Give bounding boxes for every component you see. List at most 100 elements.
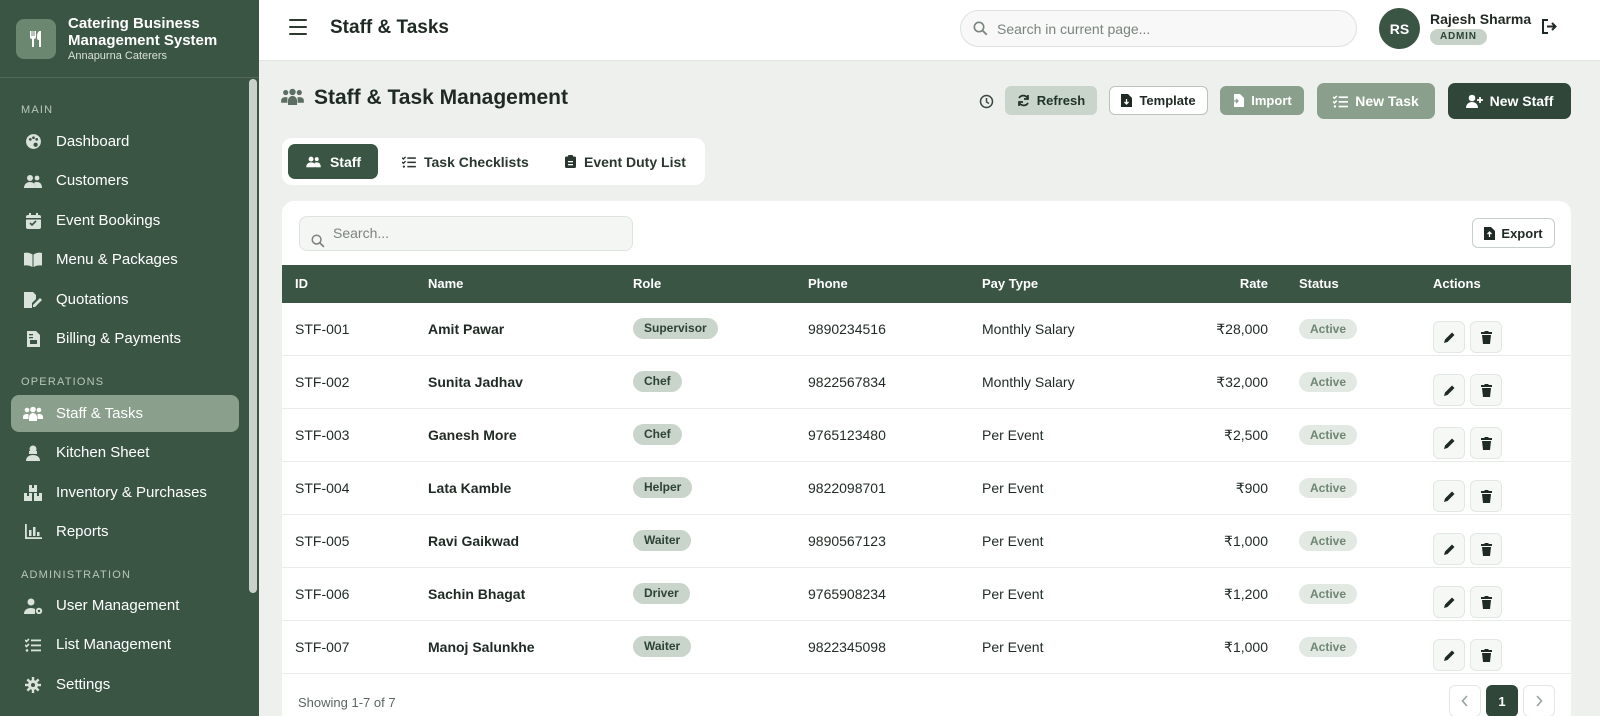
brand: Catering Business Management System Anna… [0, 0, 259, 78]
sidebar-scrollbar[interactable] [249, 79, 257, 593]
sidebar-item-label: Menu & Packages [56, 251, 178, 268]
sidebar-item-customers[interactable]: Customers [11, 162, 239, 199]
sidebar-item-label: Staff & Tasks [56, 405, 143, 422]
sidebar-item-menu-packages[interactable]: Menu & Packages [11, 241, 239, 278]
pagination-summary: Showing 1-7 of 7 [298, 695, 396, 710]
cell-id: STF-005 [295, 533, 350, 549]
delete-button[interactable] [1470, 374, 1502, 406]
boxes-icon [23, 483, 43, 503]
column-header-rate[interactable]: Rate [1148, 276, 1268, 291]
delete-button[interactable] [1470, 480, 1502, 512]
book-open-icon [23, 250, 43, 270]
tab-event-duty-list[interactable]: Event Duty List [565, 144, 686, 179]
calendar-check-icon [23, 211, 43, 231]
sidebar-item-kitchen-sheet[interactable]: Kitchen Sheet [11, 434, 239, 471]
status-badge: Active [1299, 584, 1358, 604]
tab-staff[interactable]: Staff [288, 144, 378, 179]
column-header-actions: Actions [1433, 276, 1481, 291]
cell-name: Ganesh More [428, 427, 517, 443]
sidebar-item-label: Billing & Payments [56, 330, 182, 347]
sidebar-item-reports[interactable]: Reports [11, 513, 239, 550]
table-row[interactable]: STF-006 Sachin Bhagat Driver 9765908234 Per … [282, 568, 1571, 621]
edit-button[interactable] [1433, 639, 1465, 671]
sidebar-item-settings[interactable]: Settings [11, 666, 239, 703]
table-row[interactable]: STF-005 Ravi Gaikwad Waiter 9890567123 Per E… [282, 515, 1571, 568]
global-search-input[interactable]: Search in current page... [960, 10, 1357, 47]
table-row[interactable]: STF-001 Amit Pawar Supervisor 9890234516 Mon… [282, 303, 1571, 356]
delete-button[interactable] [1470, 586, 1502, 618]
cell-rate: ₹32,000 [1216, 374, 1268, 390]
user-name: Rajesh Sharma [1430, 11, 1532, 27]
status-badge: Active [1299, 425, 1358, 445]
sidebar-item-billing-payments[interactable]: Billing & Payments [11, 320, 239, 357]
table-row[interactable]: STF-007 Manoj Salunkhe Waiter 9822345098 Per… [282, 621, 1571, 674]
cell-id: STF-001 [295, 321, 350, 337]
new-staff-button[interactable]: New Staff [1448, 83, 1571, 119]
delete-button[interactable] [1470, 533, 1502, 565]
role-badge: Chef [633, 424, 682, 445]
edit-button[interactable] [1433, 427, 1465, 459]
new-task-button[interactable]: New Task [1317, 83, 1435, 119]
table-search-input[interactable]: Search... [299, 216, 633, 251]
delete-button[interactable] [1470, 639, 1502, 671]
delete-button[interactable] [1470, 321, 1502, 353]
people-group-icon [281, 88, 304, 108]
import-button[interactable]: Import [1220, 86, 1304, 115]
cell-name: Sunita Jadhav [428, 374, 523, 390]
cell-name: Sachin Bhagat [428, 586, 526, 602]
table-row[interactable]: STF-004 Lata Kamble Helper 9822098701 Per Ev… [282, 462, 1571, 515]
prev-page-button[interactable] [1449, 685, 1481, 716]
column-header-name[interactable]: Name [428, 276, 463, 291]
file-download-icon [1121, 94, 1133, 107]
bar-chart-icon [23, 522, 43, 542]
delete-button[interactable] [1470, 427, 1502, 459]
sidebar-item-dashboard[interactable]: Dashboard [11, 123, 239, 160]
column-header-phone[interactable]: Phone [808, 276, 848, 291]
cell-phone: 9822098701 [808, 480, 886, 496]
table-row[interactable]: STF-002 Sunita Jadhav Chef 9822567834 Monthl… [282, 356, 1571, 409]
top-header: Staff & Tasks Search in current page... … [259, 0, 1600, 61]
cell-pay-type: Monthly Salary [982, 374, 1075, 390]
table-search-placeholder: Search... [333, 225, 390, 241]
hamburger-menu-icon[interactable] [289, 19, 307, 35]
status-badge: Active [1299, 478, 1358, 498]
trash-icon [1480, 595, 1492, 609]
sidebar-item-staff-tasks[interactable]: Staff & Tasks [11, 395, 239, 432]
edit-button[interactable] [1433, 374, 1465, 406]
cook-icon [23, 443, 43, 463]
template-button[interactable]: Template [1109, 86, 1208, 115]
avatar[interactable]: RS [1379, 8, 1420, 49]
logout-icon[interactable] [1541, 18, 1558, 38]
column-header-id[interactable]: ID [295, 276, 308, 291]
column-header-role[interactable]: Role [633, 276, 661, 291]
palette-icon [23, 132, 43, 152]
sidebar-item-quotations[interactable]: Quotations [11, 281, 239, 318]
tab-task-checklists[interactable]: Task Checklists [402, 144, 529, 179]
staff-table-card: Search... Export ID Name Role Phone Pay … [282, 201, 1571, 716]
sidebar-item-label: Inventory & Purchases [56, 484, 207, 501]
column-header-status[interactable]: Status [1299, 276, 1339, 291]
history-icon[interactable] [979, 94, 994, 112]
sidebar-item-user-management[interactable]: User Management [11, 587, 239, 624]
list-check-icon [402, 155, 416, 168]
refresh-button[interactable]: Refresh [1005, 86, 1097, 115]
trash-icon [1480, 648, 1492, 662]
cell-pay-type: Per Event [982, 639, 1044, 655]
cell-id: STF-002 [295, 374, 350, 390]
edit-button[interactable] [1433, 586, 1465, 618]
status-badge: Active [1299, 637, 1358, 657]
export-button[interactable]: Export [1472, 218, 1555, 248]
next-page-button[interactable] [1523, 685, 1555, 716]
table-row[interactable]: STF-003 Ganesh More Chef 9765123480 Per Even… [282, 409, 1571, 462]
sidebar-item-event-bookings[interactable]: Event Bookings [11, 202, 239, 239]
page-number-button[interactable]: 1 [1486, 685, 1518, 716]
sidebar-item-label: Kitchen Sheet [56, 444, 150, 461]
sidebar-item-list-management[interactable]: List Management [11, 626, 239, 663]
column-header-pay-type[interactable]: Pay Type [982, 276, 1038, 291]
edit-button[interactable] [1433, 321, 1465, 353]
cell-id: STF-007 [295, 639, 350, 655]
sidebar-item-inventory-purchases[interactable]: Inventory & Purchases [11, 474, 239, 511]
edit-button[interactable] [1433, 480, 1465, 512]
pencil-icon [1443, 490, 1456, 503]
edit-button[interactable] [1433, 533, 1465, 565]
